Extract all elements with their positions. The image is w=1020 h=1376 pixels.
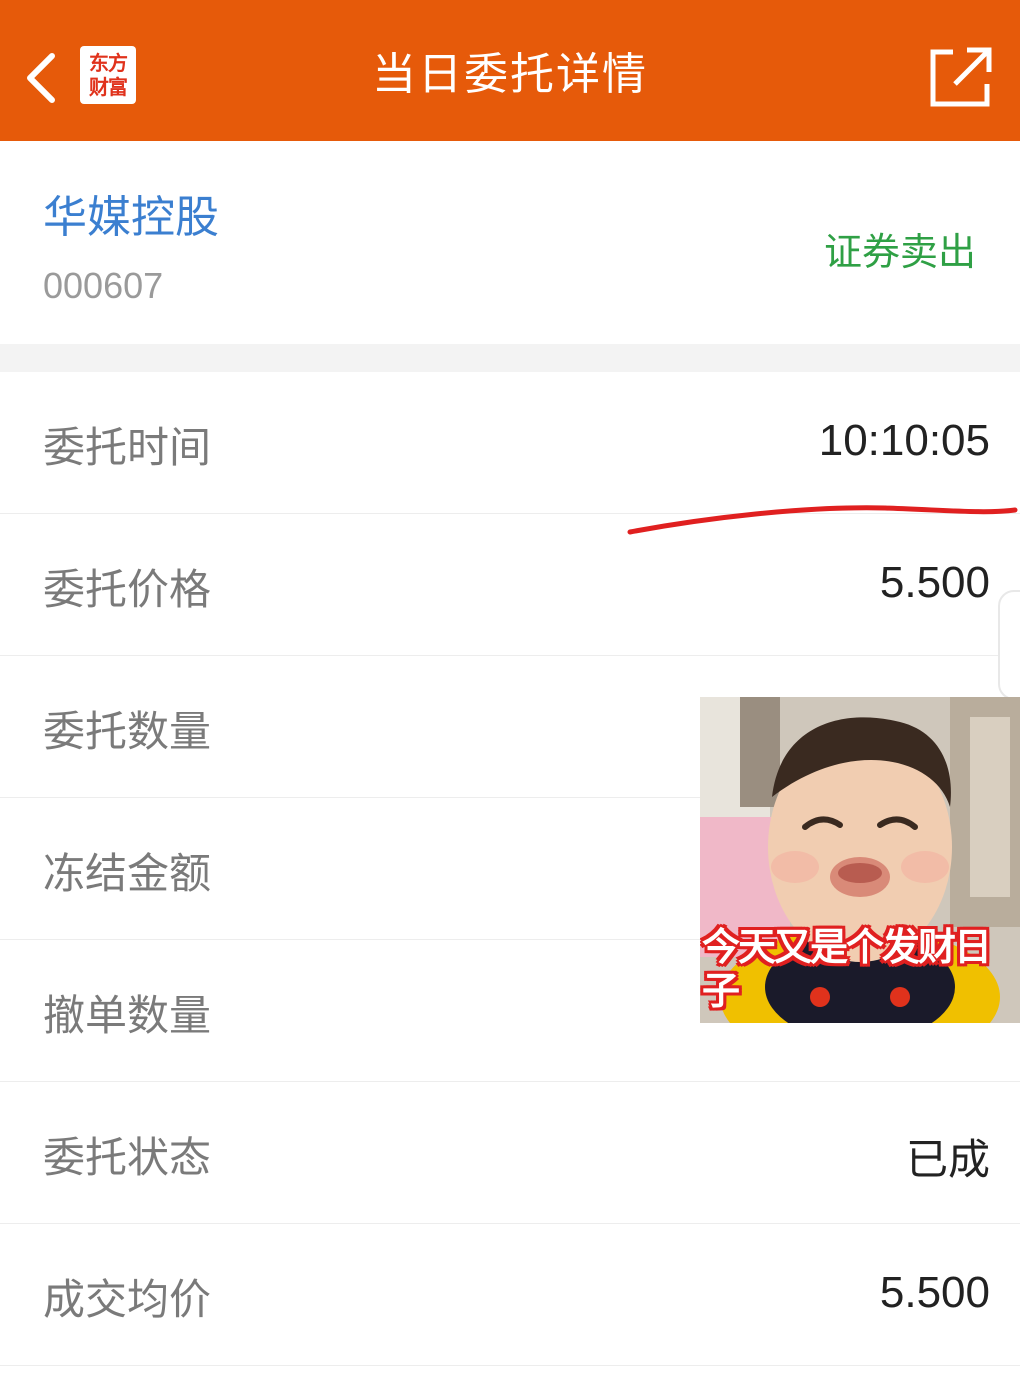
detail-row-order-status: 委托状态 已成 [0, 1082, 1020, 1224]
trade-type-label: 证券卖出 [823, 230, 976, 274]
row-label: 委托状态 [43, 1133, 212, 1182]
share-external-icon [930, 47, 992, 107]
detail-row-avg-deal-price: 成交均价 5.500 [0, 1224, 1020, 1366]
meme-sticker: 今天又是个发财日子 [700, 697, 1020, 1023]
section-divider [0, 344, 1020, 372]
row-label: 委托数量 [43, 707, 212, 756]
floating-side-handle[interactable] [998, 590, 1020, 700]
row-value: 已成 [905, 1135, 990, 1184]
detail-row-order-time: 委托时间 10:10:05 [0, 372, 1020, 514]
row-label: 委托价格 [43, 565, 212, 614]
row-label: 撤单数量 [43, 991, 212, 1040]
logo-text-bottom: 财富 [89, 75, 128, 99]
stock-info: 华媒控股 000607 证券卖出 [0, 141, 1020, 344]
top-bar: 东方 财富 当日委托详情 [0, 0, 1020, 141]
eastmoney-logo: 东方 财富 [80, 46, 136, 104]
row-value: 10:10:05 [818, 416, 990, 465]
row-label: 成交均价 [43, 1275, 212, 1324]
row-label: 冻结金额 [43, 849, 212, 898]
row-value: 5.500 [879, 1268, 990, 1317]
share-button[interactable] [925, 44, 995, 110]
back-button[interactable] [18, 48, 66, 108]
logo-text-top: 东方 [89, 51, 128, 75]
stock-name[interactable]: 华媒控股 [43, 181, 219, 245]
row-value: 5.500 [879, 558, 990, 607]
detail-row-order-price: 委托价格 5.500 [0, 514, 1020, 656]
row-label: 委托时间 [43, 423, 212, 472]
meme-caption: 今天又是个发财日子 [702, 925, 992, 1013]
chevron-left-icon [27, 53, 55, 103]
page-title: 当日委托详情 [372, 49, 648, 100]
stock-code: 000607 [43, 265, 164, 306]
